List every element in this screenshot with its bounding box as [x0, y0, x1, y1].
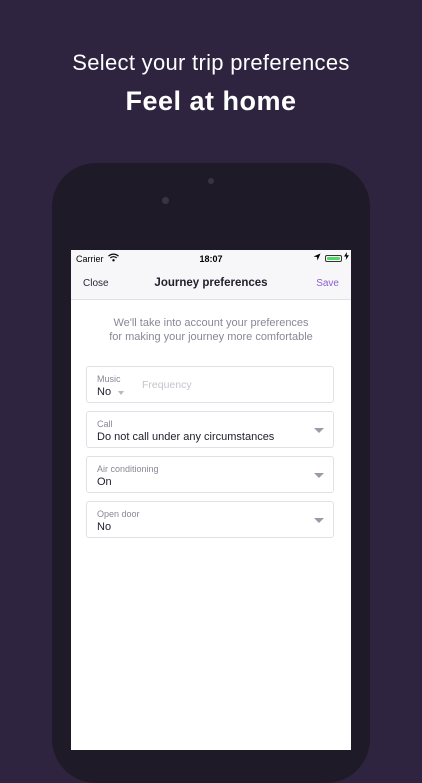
phone-camera-dot	[162, 197, 169, 204]
call-value: Do not call under any circumstances	[97, 431, 275, 443]
promo-subhead: Feel at home	[125, 86, 297, 116]
save-button[interactable]: Save	[316, 278, 339, 289]
open-door-label: Open door	[97, 509, 140, 519]
chevron-down-icon[interactable]	[314, 473, 324, 478]
intro-text: We'll take into account your preferences…	[71, 316, 351, 344]
promo-headline: Select your trip preferences	[72, 50, 350, 75]
frequency-input[interactable]: Frequency	[142, 379, 192, 391]
air-conditioning-label: Air conditioning	[97, 464, 159, 474]
charging-bolt-icon	[344, 252, 349, 262]
intro-line-2: for making your journey more comfortable	[109, 331, 313, 343]
air-conditioning-field[interactable]: Air conditioning On	[86, 456, 334, 493]
page-title: Journey preferences	[154, 277, 268, 289]
music-label: Music	[97, 374, 121, 384]
nav-bar: Close Journey preferences Save	[71, 268, 351, 300]
music-value: No	[97, 386, 112, 398]
phone-screen: Carrier 18:07 Close Journey preferences …	[71, 250, 351, 750]
chevron-down-icon[interactable]	[314, 428, 324, 433]
battery-icon	[325, 255, 342, 262]
open-door-field[interactable]: Open door No	[86, 501, 334, 538]
open-door-value: No	[97, 521, 112, 533]
intro-line-1: We'll take into account your preferences	[113, 317, 309, 329]
status-bar: Carrier 18:07	[71, 250, 351, 268]
air-conditioning-value: On	[97, 476, 112, 488]
music-field[interactable]: Music No Frequency	[86, 366, 334, 403]
chevron-down-icon[interactable]	[314, 518, 324, 523]
status-time: 18:07	[199, 254, 223, 264]
phone-sensor-dot	[208, 178, 214, 184]
location-arrow-icon	[313, 253, 321, 263]
music-dropdown-icon[interactable]	[118, 391, 124, 395]
call-field[interactable]: Call Do not call under any circumstances	[86, 411, 334, 448]
call-label: Call	[97, 419, 113, 429]
